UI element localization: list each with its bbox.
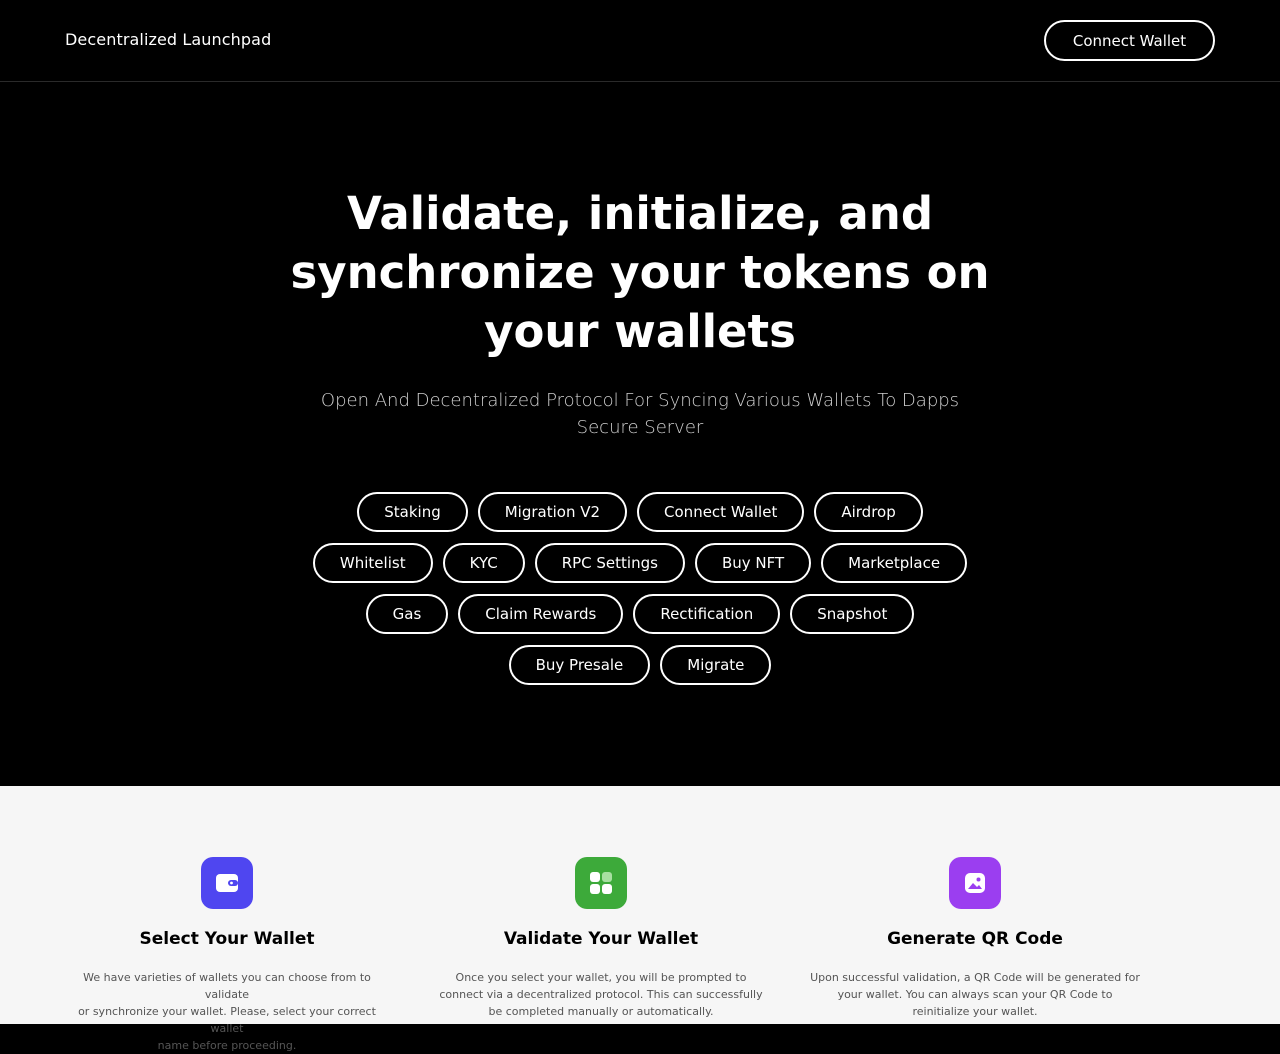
chip-staking[interactable]: Staking [357, 492, 468, 532]
chip-migration-v2[interactable]: Migration V2 [477, 492, 628, 532]
hero-subtitle-line-1: Open And Decentralized Protocol For Sync… [320, 390, 960, 411]
chip-airdrop[interactable]: Airdrop [814, 492, 923, 532]
chip-row: Buy Presale Migrate [290, 645, 990, 685]
image-icon [949, 857, 1001, 909]
chip-row: Staking Migration V2 Connect Wallet Aird… [290, 492, 990, 532]
feature-select-wallet: Select Your Wallet We have varieties of … [62, 857, 392, 1054]
feature-desc-line: be completed manually or automatically. [488, 1005, 714, 1018]
hero-title-line-2: synchronize your tokens on [290, 246, 990, 299]
chip-row: Gas Claim Rewards Rectification Snapshot [290, 594, 990, 634]
feature-title: Validate Your Wallet [503, 929, 699, 949]
chip-marketplace[interactable]: Marketplace [821, 543, 968, 583]
feature-title: Generate QR Code [887, 929, 1063, 949]
feature-desc-line: or synchronize your wallet. Please, sele… [78, 1005, 376, 1035]
feature-desc-line: connect via a decentralized protocol. Th… [439, 988, 763, 1001]
feature-validate-wallet: Validate Your Wallet Once you select you… [436, 857, 766, 1020]
action-chips: Staking Migration V2 Connect Wallet Aird… [290, 492, 990, 696]
chip-connect-wallet[interactable]: Connect Wallet [637, 492, 805, 532]
feature-description: Upon successful validation, a QR Code wi… [810, 969, 1140, 1020]
chip-snapshot[interactable]: Snapshot [790, 594, 915, 634]
chip-migrate[interactable]: Migrate [660, 645, 772, 685]
feature-desc-line: your wallet. You can always scan your QR… [837, 988, 1113, 1001]
hero-title-line-3: your wallets [484, 305, 796, 358]
chip-rpc-settings[interactable]: RPC Settings [534, 543, 685, 583]
feature-description: Once you select your wallet, you will be… [436, 969, 766, 1020]
top-navbar: Decentralized Launchpad Connect Wallet [0, 0, 1280, 82]
feature-title: Select Your Wallet [139, 929, 315, 949]
feature-description: We have varieties of wallets you can cho… [62, 969, 392, 1054]
feature-desc-line: Upon successful validation, a QR Code wi… [810, 971, 1140, 984]
hero-subtitle-line-2: Secure Server [576, 417, 704, 438]
connect-wallet-button[interactable]: Connect Wallet [1044, 20, 1215, 61]
chip-gas[interactable]: Gas [365, 594, 449, 634]
chip-row: Whitelist KYC RPC Settings Buy NFT Marke… [290, 543, 990, 583]
feature-desc-line: name before proceeding. [157, 1039, 297, 1052]
features-section: Select Your Wallet We have varieties of … [0, 786, 1280, 1052]
wallet-icon [201, 857, 253, 909]
chip-whitelist[interactable]: Whitelist [312, 543, 433, 583]
grid-icon [575, 857, 627, 909]
brand-name[interactable]: Decentralized Launchpad [65, 30, 271, 49]
feature-desc-line: We have varieties of wallets you can cho… [83, 971, 371, 1001]
feature-desc-line: reinitialize your wallet. [912, 1005, 1038, 1018]
hero-title-line-1: Validate, initialize, and [346, 187, 934, 240]
hero-section: Validate, initialize, and synchronize yo… [0, 82, 1280, 786]
chip-buy-nft[interactable]: Buy NFT [694, 543, 812, 583]
hero-subtitle: Open And Decentralized Protocol For Sync… [290, 387, 990, 441]
chip-kyc[interactable]: KYC [442, 543, 525, 583]
hero-title: Validate, initialize, and synchronize yo… [240, 184, 1040, 361]
feature-desc-line: Once you select your wallet, you will be… [455, 971, 747, 984]
chip-rectification[interactable]: Rectification [633, 594, 781, 634]
feature-generate-qr: Generate QR Code Upon successful validat… [810, 857, 1140, 1020]
chip-buy-presale[interactable]: Buy Presale [508, 645, 651, 685]
chip-claim-rewards[interactable]: Claim Rewards [458, 594, 624, 634]
